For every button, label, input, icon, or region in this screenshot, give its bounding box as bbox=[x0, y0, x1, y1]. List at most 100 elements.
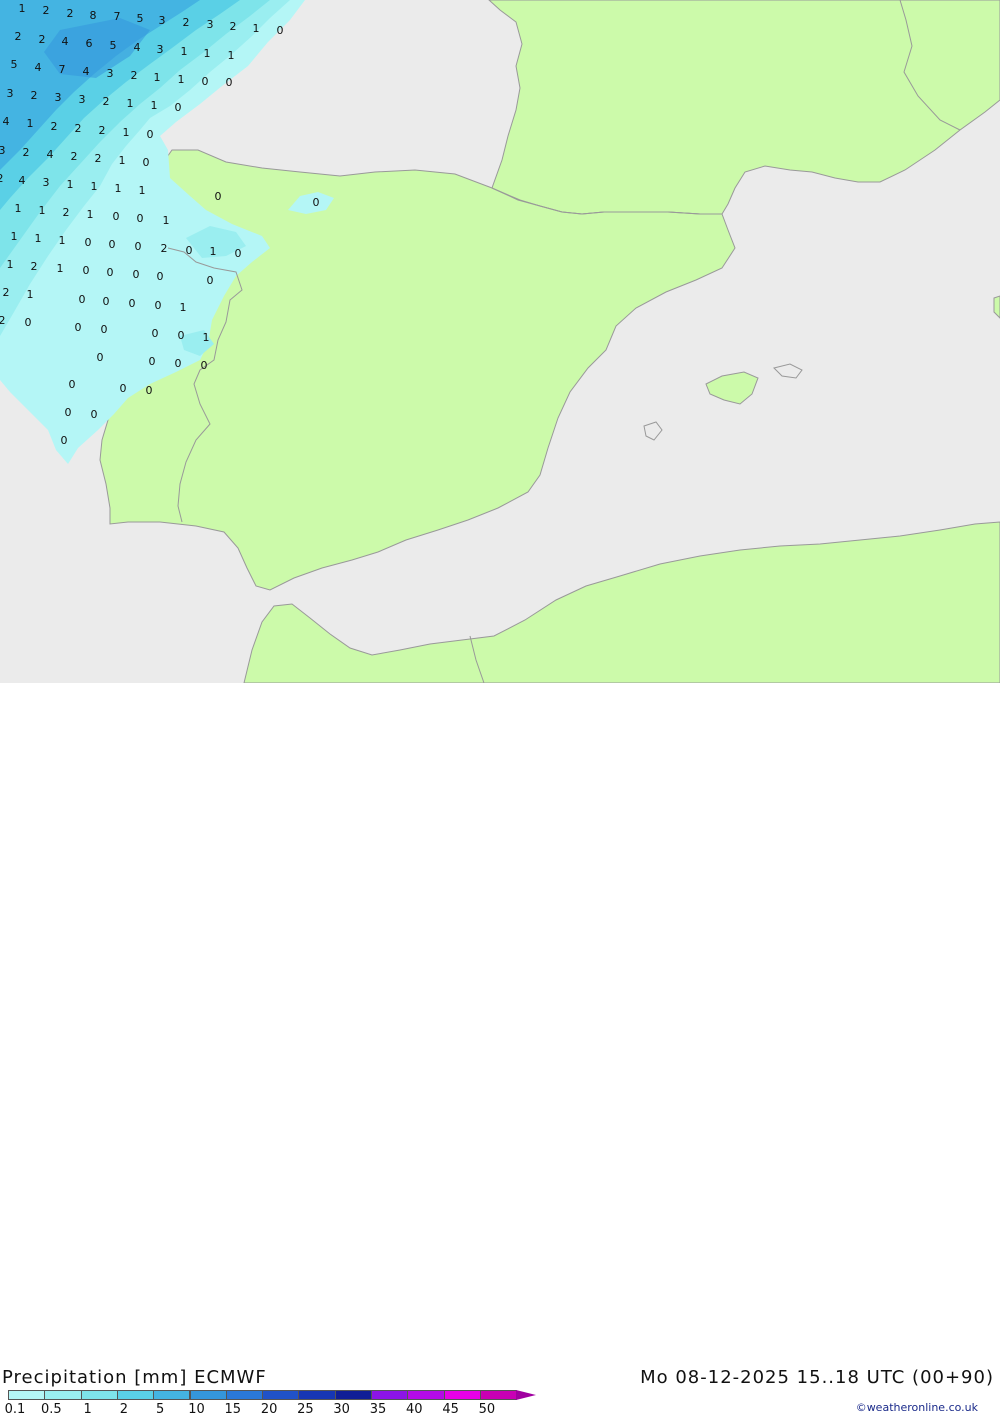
precip-value-label: 1 bbox=[11, 230, 18, 243]
color-legend bbox=[8, 1390, 537, 1401]
precip-value-label: 2 bbox=[3, 286, 10, 299]
precip-value-label: 4 bbox=[3, 115, 10, 128]
legend-swatch bbox=[80, 1390, 118, 1400]
precip-value-label: 1 bbox=[67, 178, 74, 191]
legend-label: 30 bbox=[333, 1402, 350, 1417]
precip-value-label: 3 bbox=[7, 87, 14, 100]
legend-swatch bbox=[153, 1390, 191, 1400]
legend-label: 5 bbox=[156, 1402, 165, 1417]
legend-label: 45 bbox=[442, 1402, 459, 1417]
precip-value-label: 0 bbox=[313, 196, 320, 209]
precip-value-label: 0 bbox=[103, 295, 110, 308]
precip-value-label: 4 bbox=[35, 61, 42, 74]
precip-value-label: 0 bbox=[175, 101, 182, 114]
precip-value-label: 2 bbox=[103, 95, 110, 108]
precip-value-label: 0 bbox=[178, 329, 185, 342]
precip-value-label: 1 bbox=[39, 204, 46, 217]
legend-label: 0.1 bbox=[4, 1402, 26, 1417]
legend-swatch bbox=[334, 1390, 372, 1400]
precip-value-label: 6 bbox=[86, 37, 93, 50]
precip-value-label: 2 bbox=[230, 20, 237, 33]
legend-label: 40 bbox=[406, 1402, 423, 1417]
legend-swatch bbox=[298, 1390, 336, 1400]
precip-value-label: 0 bbox=[137, 212, 144, 225]
precip-value-label: 0 bbox=[155, 299, 162, 312]
precip-value-label: 2 bbox=[0, 314, 6, 327]
precip-value-label: 0 bbox=[120, 382, 127, 395]
precip-value-label: 1 bbox=[91, 180, 98, 193]
precip-value-label: 0 bbox=[101, 323, 108, 336]
precip-value-label: 1 bbox=[27, 288, 34, 301]
legend-swatch bbox=[443, 1390, 481, 1400]
precip-value-label: 1 bbox=[139, 184, 146, 197]
precip-value-label: 3 bbox=[107, 67, 114, 80]
precip-value-label: 1 bbox=[15, 202, 22, 215]
land-ibiza bbox=[643, 421, 663, 441]
precip-value-label: 0 bbox=[109, 238, 116, 251]
legend-swatch bbox=[262, 1390, 300, 1400]
precip-value-label: 1 bbox=[151, 99, 158, 112]
precip-value-label: 1 bbox=[19, 2, 26, 15]
precip-value-label: 2 bbox=[99, 124, 106, 137]
precip-value-label: 4 bbox=[62, 35, 69, 48]
precip-value-label: 0 bbox=[226, 76, 233, 89]
precip-value-label: 2 bbox=[75, 122, 82, 135]
precip-value-label: 3 bbox=[55, 91, 62, 104]
precip-value-label: 3 bbox=[207, 18, 214, 31]
precip-value-label: 0 bbox=[75, 321, 82, 334]
legend-swatch bbox=[407, 1390, 445, 1400]
legend-label: 2 bbox=[119, 1402, 129, 1417]
precip-value-label: 2 bbox=[67, 7, 74, 20]
precip-value-label: 0 bbox=[157, 270, 164, 283]
precip-value-label: 8 bbox=[90, 9, 97, 22]
precip-value-label: 1 bbox=[180, 301, 187, 314]
land-menorca bbox=[773, 363, 803, 379]
precip-value-label: 4 bbox=[47, 148, 54, 161]
precip-value-label: 5 bbox=[110, 39, 117, 52]
legend-swatch bbox=[479, 1390, 518, 1400]
precip-value-label: 1 bbox=[178, 73, 185, 86]
precip-value-label: 0 bbox=[143, 156, 150, 169]
legend-swatch bbox=[371, 1390, 409, 1400]
land-layer bbox=[99, 0, 1000, 683]
map-title: Precipitation [mm] ECMWF bbox=[2, 1367, 267, 1388]
precip-value-label: 0 bbox=[135, 240, 142, 253]
precip-value-label: 1 bbox=[123, 126, 130, 139]
precip-value-label: 1 bbox=[127, 97, 134, 110]
precip-value-label: 0 bbox=[65, 406, 72, 419]
legend-labels: 0.1 0.5 1 2 5 10 15 20 25 30 35 40 45 50 bbox=[0, 1402, 520, 1417]
precip-value-label: 0 bbox=[69, 378, 76, 391]
precip-value-label: 5 bbox=[137, 12, 144, 25]
precip-value-label: 2 bbox=[131, 69, 138, 82]
precip-value-label: 0 bbox=[215, 190, 222, 203]
precip-value-label: 1 bbox=[119, 154, 126, 167]
legend-swatch bbox=[8, 1390, 46, 1400]
legend-swatch bbox=[225, 1390, 264, 1400]
legend-label: 15 bbox=[224, 1402, 242, 1417]
land-france bbox=[488, 0, 1000, 215]
precip-value-label: 2 bbox=[51, 120, 58, 133]
precip-value-label: 0 bbox=[83, 264, 90, 277]
land-sardinia-edge bbox=[993, 295, 1000, 319]
precip-value-label: 7 bbox=[59, 63, 66, 76]
precip-value-label: 2 bbox=[31, 260, 38, 273]
precip-value-label: 2 bbox=[31, 89, 38, 102]
precip-value-label: 3 bbox=[157, 43, 164, 56]
credit-link[interactable]: ©weatheronline.co.uk bbox=[856, 1401, 978, 1414]
precip-value-label: 2 bbox=[95, 152, 102, 165]
legend-label: 20 bbox=[260, 1402, 278, 1417]
precip-value-label: 1 bbox=[7, 258, 14, 271]
precip-value-label: 0 bbox=[107, 266, 114, 279]
precip-value-label: 1 bbox=[163, 214, 170, 227]
precip-value-label: 4 bbox=[134, 41, 141, 54]
legend-arrow-icon bbox=[516, 1390, 537, 1400]
precip-value-label: 0 bbox=[152, 327, 159, 340]
precip-value-label: 0 bbox=[207, 274, 214, 287]
precip-value-label: 0 bbox=[149, 355, 156, 368]
precipitation-map[interactable]: 1 2 2 8 7 5 3 2 3 2 1 0 2 2 4 6 5 4 3 1 1 1 5 4 7 4 3 2 1 1 0 0 3 2 3 3 2 1 1 0… bbox=[0, 0, 1000, 683]
precip-value-label: 1 bbox=[27, 117, 34, 130]
precip-value-label: 2 bbox=[23, 146, 30, 159]
precip-value-label: 0 bbox=[85, 236, 92, 249]
precip-value-label: 0 bbox=[235, 247, 242, 260]
map-footer: Precipitation [mm] ECMWF Mo 08-12-2025 1… bbox=[0, 683, 1000, 1417]
